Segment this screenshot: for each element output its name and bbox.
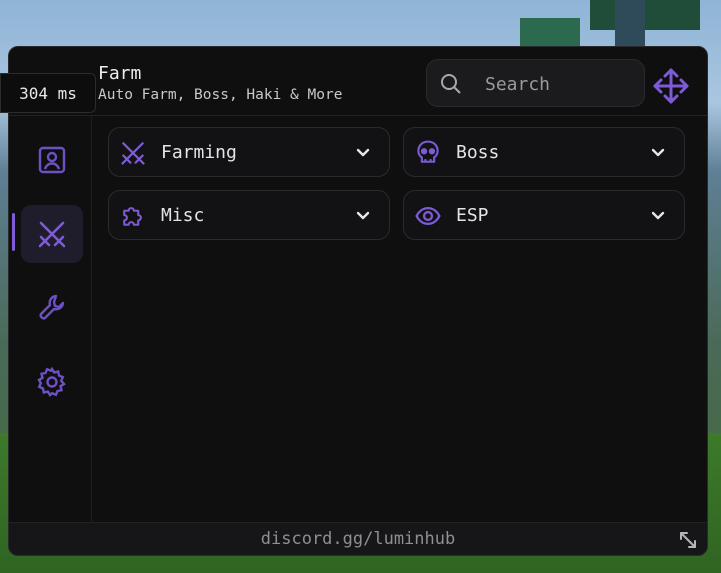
background-tree [590, 0, 700, 30]
search-icon [441, 74, 461, 94]
footer: discord.gg/luminhub [9, 522, 707, 555]
section-farming[interactable]: Farming [108, 127, 390, 177]
section-boss[interactable]: Boss [403, 127, 685, 177]
wrench-icon [39, 294, 65, 320]
discord-link[interactable]: discord.gg/luminhub [261, 529, 455, 549]
section-esp[interactable]: ESP [403, 190, 685, 240]
ping-indicator: 304 ms [0, 73, 96, 113]
section-label: Boss [456, 142, 500, 163]
background-tree [520, 18, 580, 48]
swords-icon [38, 221, 66, 248]
sidebar-item-profile[interactable] [21, 131, 83, 189]
gear-icon [37, 366, 66, 397]
page-title: Farm [98, 63, 142, 84]
search-input[interactable] [483, 68, 637, 100]
chevron-down-icon [651, 148, 665, 157]
hub-window: Farm Auto Farm, Boss, Haki & More Search… [8, 46, 708, 556]
section-label: ESP [456, 205, 489, 226]
chevron-down-icon [356, 211, 370, 220]
puzzle-icon [123, 207, 142, 226]
chevron-down-icon [356, 148, 370, 157]
sidebar [9, 115, 92, 523]
search-box[interactable] [426, 59, 645, 107]
sidebar-item-tools[interactable] [21, 279, 83, 337]
chevron-down-icon [651, 211, 665, 220]
user-icon [38, 146, 66, 174]
move-icon[interactable] [651, 66, 691, 106]
skull-icon [417, 140, 439, 163]
sidebar-item-settings[interactable] [21, 353, 83, 411]
eye-icon [415, 206, 441, 226]
section-misc[interactable]: Misc [108, 190, 390, 240]
resize-icon[interactable] [679, 531, 697, 549]
header: Farm Auto Farm, Boss, Haki & More [9, 47, 707, 116]
swords-icon [121, 142, 145, 165]
active-indicator [12, 213, 15, 251]
page-subtitle: Auto Farm, Boss, Haki & More [98, 87, 343, 103]
section-label: Farming [161, 142, 237, 163]
sidebar-item-farm[interactable] [21, 205, 83, 263]
section-label: Misc [161, 205, 205, 226]
